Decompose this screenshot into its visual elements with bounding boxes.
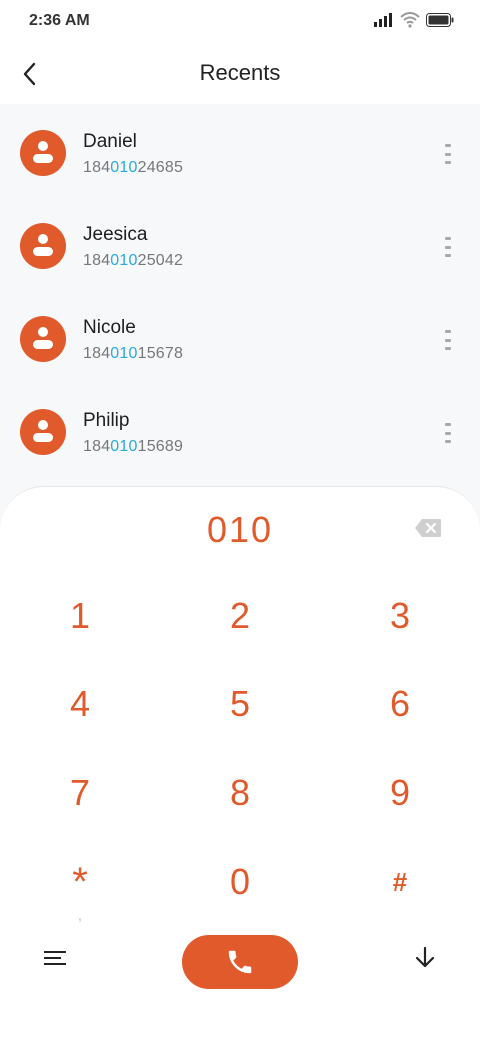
contact-number: 18401015689 <box>83 438 184 455</box>
key-7[interactable]: 7 <box>35 758 125 828</box>
person-icon <box>38 420 48 430</box>
number-match-highlight: 010 <box>110 438 138 455</box>
person-icon <box>38 234 48 244</box>
number-match-highlight: 010 <box>110 252 138 269</box>
dialpad-panel: 010 1 2 3 4 5 6 7 8 9 * , 0 # <box>0 486 480 1040</box>
status-icons <box>374 12 454 28</box>
key-star[interactable]: * , <box>35 847 125 924</box>
app-header: Recents <box>0 44 480 104</box>
avatar <box>20 316 66 362</box>
key-0[interactable]: 0 <box>195 847 285 917</box>
dial-input[interactable]: 010 <box>0 509 480 551</box>
status-bar: 2:36 AM <box>0 0 480 44</box>
contact-number: 18401015678 <box>83 345 184 362</box>
key-hash[interactable]: # <box>355 847 445 917</box>
avatar <box>20 130 66 176</box>
key-2[interactable]: 2 <box>195 581 285 651</box>
page-title: Recents <box>199 60 281 85</box>
key-4[interactable]: 4 <box>35 669 125 739</box>
recent-contact-row[interactable]: Daniel 18401024685 <box>0 106 480 199</box>
contact-name: Jeesica <box>83 224 148 245</box>
more-options-button[interactable] <box>440 330 456 350</box>
contact-name: Nicole <box>83 317 136 338</box>
status-time: 2:36 AM <box>29 12 90 29</box>
menu-button[interactable] <box>40 944 70 972</box>
wifi-icon <box>400 12 420 28</box>
key-3[interactable]: 3 <box>355 581 445 651</box>
phone-icon <box>228 950 252 974</box>
number-match-highlight: 010 <box>110 345 138 362</box>
avatar <box>20 409 66 455</box>
person-icon <box>38 141 48 151</box>
contact-number: 18401025042 <box>83 252 184 269</box>
signal-icon <box>374 13 392 27</box>
contact-name: Philip <box>83 410 130 431</box>
more-options-button[interactable] <box>440 237 456 257</box>
more-options-button[interactable] <box>440 423 456 443</box>
battery-icon <box>426 13 454 27</box>
recent-contact-row[interactable]: Philip 18401015689 <box>0 385 480 478</box>
contact-name: Daniel <box>83 131 137 152</box>
key-star-label: * <box>72 859 88 904</box>
avatar <box>20 223 66 269</box>
recent-contact-row[interactable]: Nicole 18401015678 <box>0 292 480 385</box>
backspace-icon <box>415 519 441 537</box>
backspace-button[interactable] <box>414 518 442 538</box>
menu-icon <box>44 951 66 965</box>
arrow-down-icon <box>415 946 435 968</box>
key-1[interactable]: 1 <box>35 581 125 651</box>
collapse-dialpad-button[interactable] <box>410 942 440 972</box>
key-8[interactable]: 8 <box>195 758 285 828</box>
call-button[interactable] <box>182 935 298 989</box>
key-6[interactable]: 6 <box>355 669 445 739</box>
key-5[interactable]: 5 <box>195 669 285 739</box>
key-star-sub-label: , <box>78 907 82 923</box>
contact-number: 18401024685 <box>83 159 184 176</box>
key-9[interactable]: 9 <box>355 758 445 828</box>
dialer-screen: 2:36 AM Recents Daniel 18401024685 Jeesi… <box>0 0 480 1040</box>
recents-list: Daniel 18401024685 Jeesica 18401025042 N… <box>0 106 480 478</box>
number-match-highlight: 010 <box>110 159 138 176</box>
more-options-button[interactable] <box>440 144 456 164</box>
person-icon <box>38 327 48 337</box>
recent-contact-row[interactable]: Jeesica 18401025042 <box>0 199 480 292</box>
